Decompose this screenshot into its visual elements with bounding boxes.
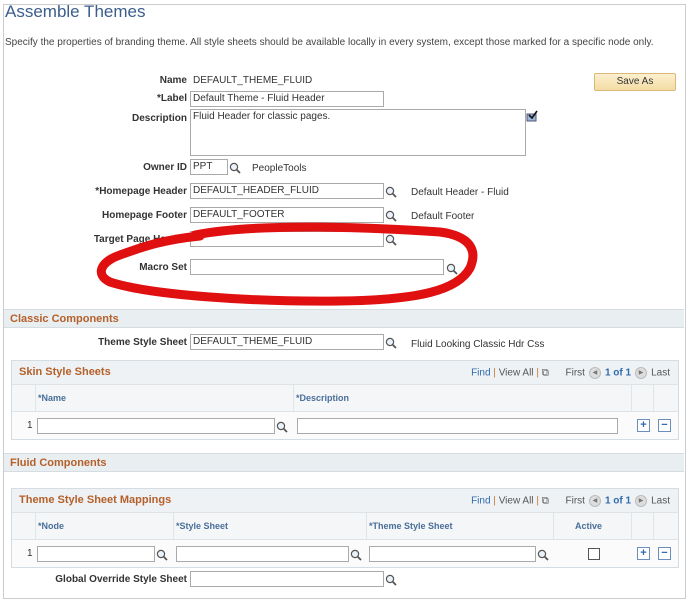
theme-style-sheet-input[interactable] <box>369 546 536 562</box>
homepage-header-desc: Default Header - Fluid <box>411 187 509 198</box>
macro-set-input[interactable] <box>190 259 444 275</box>
homepage-header-input[interactable]: DEFAULT_HEADER_FLUID <box>190 183 384 199</box>
column-header-theme-style-sheet: *Theme Style Sheet <box>369 521 453 531</box>
column-header-description: *Description <box>296 393 350 403</box>
view-all-link[interactable]: View All <box>499 368 534 379</box>
homepage-footer-label: Homepage Footer <box>101 210 187 221</box>
find-link[interactable]: Find <box>471 368 490 379</box>
label-label: *Label <box>156 93 187 104</box>
column-header-node: *Node <box>38 521 65 531</box>
homepage-footer-lookup-icon[interactable] <box>385 210 397 222</box>
next-icon[interactable]: ▶ <box>635 367 648 379</box>
row-number: 1 <box>27 420 33 431</box>
theme-style-sheet-input[interactable]: DEFAULT_THEME_FLUID <box>190 334 384 350</box>
node-input[interactable] <box>37 546 155 562</box>
owner-id-label: Owner ID <box>143 162 187 173</box>
homepage-header-lookup-icon[interactable] <box>385 186 397 198</box>
active-checkbox[interactable] <box>588 548 600 560</box>
column-header-active: Active <box>575 521 603 531</box>
macro-set-lookup-icon[interactable] <box>446 263 458 275</box>
homepage-header-label: *Homepage Header <box>95 186 187 197</box>
global-override-lookup-icon[interactable] <box>385 574 397 586</box>
find-link[interactable]: Find <box>471 496 490 507</box>
column-header-name: *Name <box>38 393 67 403</box>
theme-style-sheet-desc: Fluid Looking Classic Hdr Css <box>411 339 545 350</box>
classic-components-header: Classic Components <box>4 309 684 328</box>
target-page-header-input[interactable] <box>190 231 384 247</box>
owner-id-desc: PeopleTools <box>252 163 307 174</box>
previous-icon[interactable]: ◀ <box>588 495 601 507</box>
node-lookup-icon[interactable] <box>156 549 168 561</box>
target-page-header-label: Target Page Header <box>93 234 187 245</box>
grid-title: Theme Style Sheet Mappings <box>19 494 172 506</box>
theme-style-sheet-label: Theme Style Sheet <box>98 337 187 348</box>
view-all-link[interactable]: View All <box>499 496 534 507</box>
global-override-label: Global Override Style Sheet <box>55 574 187 585</box>
description-input[interactable] <box>297 418 618 434</box>
style-sheet-lookup-icon[interactable] <box>350 549 362 561</box>
spellcheck-icon[interactable] <box>526 110 538 122</box>
add-row-button[interactable]: + <box>637 547 650 560</box>
column-header-style-sheet: *Style Sheet <box>176 521 229 531</box>
macro-set-label: Macro Set <box>139 262 187 273</box>
grid-navigation: Find | View All | ⧉ First ◀ 1 of 1 ▶ Last <box>471 367 670 379</box>
theme-style-sheet-mappings-grid: Theme Style Sheet Mappings Find | View A… <box>11 488 679 568</box>
global-override-input[interactable] <box>190 571 384 587</box>
pager-text: 1 of 1 <box>604 367 632 379</box>
name-label: Name <box>159 75 187 86</box>
pager-text: 1 of 1 <box>604 495 632 507</box>
grid-navigation: Find | View All | ⧉ First ◀ 1 of 1 ▶ Last <box>471 495 670 507</box>
row-number: 1 <box>27 548 33 559</box>
first-link[interactable]: First <box>566 496 585 507</box>
theme-style-sheet-lookup-icon[interactable] <box>385 337 397 349</box>
target-page-header-lookup-icon[interactable] <box>385 234 397 246</box>
table-row: 1 + − <box>12 412 678 439</box>
homepage-footer-input[interactable]: DEFAULT_FOOTER <box>190 207 384 223</box>
owner-id-input[interactable]: PPT <box>190 159 228 175</box>
last-link[interactable]: Last <box>651 496 670 507</box>
new-window-icon[interactable]: ⧉ <box>542 368 549 379</box>
fluid-components-header: Fluid Components <box>4 453 684 472</box>
save-as-button[interactable]: Save As <box>594 73 676 91</box>
name-value: DEFAULT_THEME_FLUID <box>193 75 313 86</box>
add-row-button[interactable]: + <box>637 419 650 432</box>
style-sheet-input[interactable] <box>176 546 349 562</box>
theme-style-sheet-lookup-icon[interactable] <box>537 549 549 561</box>
first-link[interactable]: First <box>566 368 585 379</box>
name-lookup-icon[interactable] <box>276 421 288 433</box>
description-label: Description <box>131 113 187 124</box>
delete-row-button[interactable]: − <box>658 547 671 560</box>
description-textarea[interactable]: Fluid Header for classic pages. <box>190 109 526 156</box>
name-input[interactable] <box>37 418 275 434</box>
table-row: 1 + − <box>12 540 678 567</box>
homepage-footer-desc: Default Footer <box>411 211 475 222</box>
last-link[interactable]: Last <box>651 368 670 379</box>
instructions: Specify the properties of branding theme… <box>5 37 654 48</box>
previous-icon[interactable]: ◀ <box>588 367 601 379</box>
label-input[interactable]: Default Theme - Fluid Header <box>190 91 384 107</box>
next-icon[interactable]: ▶ <box>635 495 648 507</box>
new-window-icon[interactable]: ⧉ <box>542 496 549 507</box>
owner-id-lookup-icon[interactable] <box>229 162 241 174</box>
delete-row-button[interactable]: − <box>658 419 671 432</box>
skin-style-sheets-grid: Skin Style Sheets Find | View All | ⧉ Fi… <box>11 360 679 440</box>
grid-title: Skin Style Sheets <box>19 366 111 378</box>
page-title: Assemble Themes <box>5 2 146 21</box>
